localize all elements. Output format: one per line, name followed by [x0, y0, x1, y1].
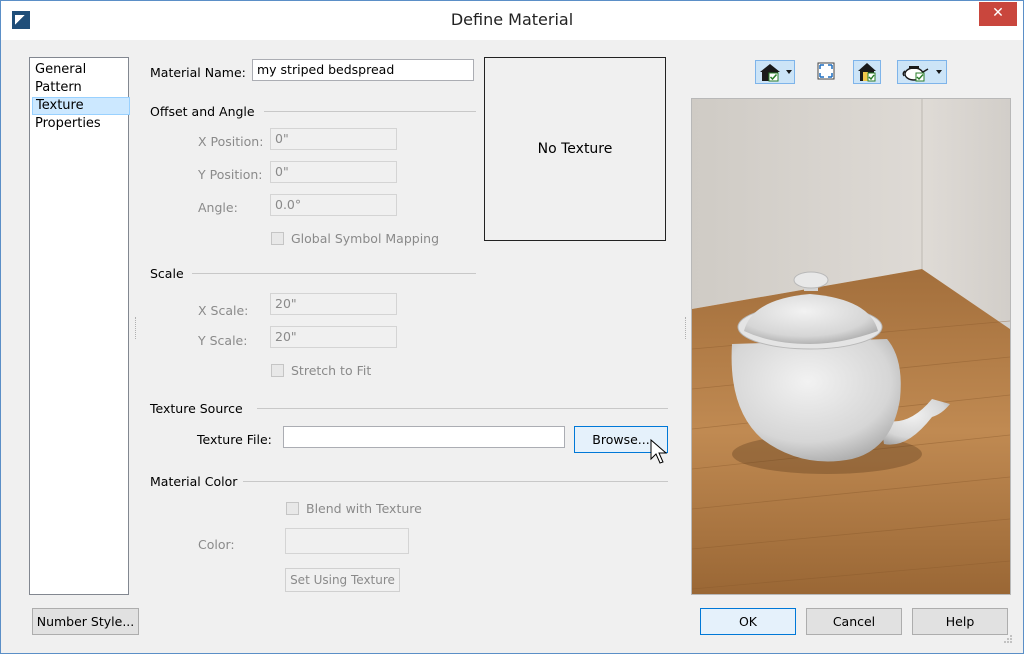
fit-view-button[interactable]: [815, 60, 839, 84]
scale-heading: Scale: [150, 266, 184, 281]
scale-divider: [192, 273, 476, 274]
global-symbol-mapping-checkbox[interactable]: [271, 232, 284, 245]
blend-with-texture-checkbox[interactable]: [286, 502, 299, 515]
resize-grip-icon[interactable]: [1003, 634, 1013, 644]
lighting-toggle-icon: [858, 63, 876, 82]
left-splitter-grip[interactable]: [135, 317, 138, 339]
mouse-cursor-icon: [650, 438, 668, 464]
global-symbol-mapping-label: Global Symbol Mapping: [291, 231, 440, 246]
texture-file-label: Texture File:: [197, 432, 272, 447]
material-name-label: Material Name:: [150, 65, 246, 80]
close-button[interactable]: ✕: [979, 2, 1017, 26]
preview-object-dropdown[interactable]: [897, 60, 947, 84]
number-style-button[interactable]: Number Style...: [32, 608, 139, 635]
stretch-to-fit-checkbox[interactable]: [271, 364, 284, 377]
texture-source-heading: Texture Source: [150, 401, 243, 416]
texture-file-input[interactable]: [283, 426, 565, 448]
material-name-input[interactable]: my striped bedspread: [252, 59, 474, 81]
material-3d-preview[interactable]: [691, 98, 1011, 595]
y-scale-input[interactable]: 20": [270, 326, 397, 348]
angle-label: Angle:: [198, 200, 238, 215]
texture-preview-box: No Texture: [484, 57, 666, 241]
stretch-to-fit-label: Stretch to Fit: [291, 363, 372, 378]
angle-input[interactable]: 0.0°: [270, 194, 397, 216]
nav-item-texture[interactable]: Texture: [32, 97, 130, 115]
offset-angle-divider: [264, 111, 476, 112]
material-color-divider: [243, 481, 668, 482]
color-label: Color:: [198, 537, 235, 552]
no-texture-text: No Texture: [537, 141, 613, 157]
nav-item-properties[interactable]: Properties: [32, 115, 128, 133]
right-splitter-grip[interactable]: [685, 317, 688, 339]
set-using-texture-button[interactable]: Set Using Texture: [285, 568, 400, 592]
y-scale-label: Y Scale:: [198, 333, 248, 348]
window-title: Define Material: [450, 10, 574, 29]
title-bar: Define Material ✕: [1, 1, 1023, 40]
ok-button[interactable]: OK: [700, 608, 796, 635]
x-position-input[interactable]: 0": [270, 128, 397, 150]
offset-angle-heading: Offset and Angle: [150, 104, 255, 119]
define-material-dialog: Define Material ✕ General Pattern Textur…: [0, 0, 1024, 654]
dialog-body: General Pattern Texture Properties Mater…: [9, 40, 1015, 645]
nav-item-pattern[interactable]: Pattern: [32, 79, 128, 97]
fit-view-icon: [817, 62, 835, 80]
help-button[interactable]: Help: [912, 608, 1008, 635]
y-position-input[interactable]: 0": [270, 161, 397, 183]
preview-object-dropdown-icon: [902, 66, 942, 82]
category-list[interactable]: General Pattern Texture Properties: [29, 57, 130, 595]
lighting-toggle-button[interactable]: [853, 60, 881, 84]
house-view-dropdown[interactable]: [755, 60, 795, 84]
nav-item-general[interactable]: General: [32, 61, 128, 79]
x-position-label: X Position:: [198, 134, 264, 149]
blend-with-texture-label: Blend with Texture: [306, 501, 422, 516]
x-scale-input[interactable]: 20": [270, 293, 397, 315]
color-swatch-button[interactable]: [285, 528, 409, 554]
material-color-heading: Material Color: [150, 474, 238, 489]
x-scale-label: X Scale:: [198, 303, 249, 318]
texture-source-divider: [257, 408, 668, 409]
cancel-button[interactable]: Cancel: [806, 608, 902, 635]
y-position-label: Y Position:: [198, 167, 263, 182]
house-view-dropdown-icon: [760, 64, 792, 82]
teapot-preview-image: [692, 99, 1010, 594]
